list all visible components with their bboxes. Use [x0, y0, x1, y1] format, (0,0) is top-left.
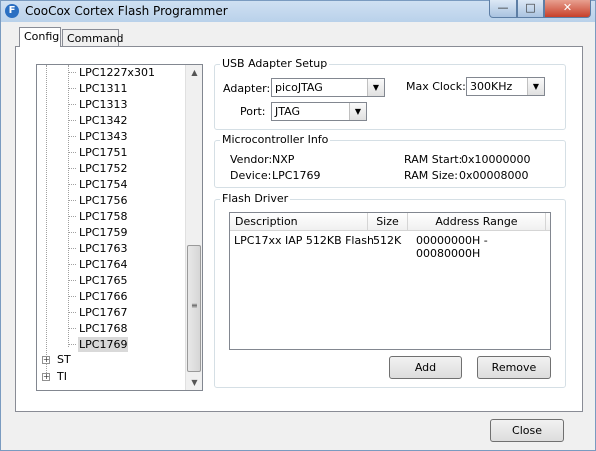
tree-item[interactable]: LPC1763 — [78, 241, 128, 256]
device-value: LPC1769 — [272, 169, 321, 182]
tree-connector — [68, 65, 69, 347]
tree-item[interactable]: LPC1343 — [78, 129, 128, 144]
tree-connector — [68, 248, 76, 249]
window-title: CooCox Cortex Flash Programmer — [25, 4, 228, 18]
row-description[interactable]: LPC17xx IAP 512KB Flash — [234, 234, 374, 247]
row-address-range[interactable]: 00000000H - 00080000H — [416, 234, 550, 260]
tree-item[interactable]: LPC1768 — [78, 321, 128, 336]
minimize-button[interactable]: — — [489, 0, 517, 18]
tree-item[interactable]: LPC1756 — [78, 193, 128, 208]
window-close-button[interactable]: ✕ — [544, 0, 591, 18]
tree-connector — [68, 72, 76, 73]
flash-driver-list[interactable]: Description Size Address Range LPC17xx I… — [229, 212, 551, 350]
tree-item[interactable]: LPC1313 — [78, 97, 128, 112]
usb-adapter-legend: USB Adapter Setup — [220, 57, 330, 70]
tree-folder-ti[interactable]: TI — [57, 369, 67, 384]
tree-connector — [46, 65, 47, 381]
column-address-range[interactable]: Address Range — [408, 213, 546, 230]
row-size[interactable]: 512K — [373, 234, 401, 247]
tree-connector — [68, 168, 76, 169]
tree-connector — [68, 264, 76, 265]
vendor-value: NXP — [272, 153, 295, 166]
maximize-button[interactable]: □ — [517, 0, 544, 18]
chevron-down-icon[interactable]: ▼ — [527, 78, 544, 95]
mcu-info-legend: Microcontroller Info — [220, 133, 331, 146]
tree-connector — [68, 152, 76, 153]
flash-driver-legend: Flash Driver — [220, 192, 291, 205]
adapter-select[interactable]: picoJTAG ▼ — [271, 78, 385, 97]
grip-icon: ≡ — [191, 301, 198, 310]
tree-item[interactable]: LPC1754 — [78, 177, 128, 192]
ti-expander-icon[interactable]: + — [42, 373, 50, 381]
port-label: Port: — [240, 105, 266, 118]
tree-item[interactable]: LPC1766 — [78, 289, 128, 304]
vendor-label: Vendor: — [230, 153, 273, 166]
title-bar[interactable]: F CooCox Cortex Flash Programmer — □ ✕ — [1, 0, 595, 22]
tab-config[interactable]: Config — [19, 27, 61, 47]
tree-connector — [68, 88, 76, 89]
tree-item[interactable]: LPC1751 — [78, 145, 128, 160]
scroll-down-icon[interactable]: ▼ — [186, 375, 202, 390]
tree-connector — [68, 184, 76, 185]
tree-item[interactable]: LPC1227x301 — [78, 65, 156, 80]
usb-adapter-group — [214, 64, 566, 130]
chevron-down-icon[interactable]: ▼ — [349, 103, 366, 120]
column-description[interactable]: Description — [230, 213, 368, 230]
chevron-down-icon[interactable]: ▼ — [367, 79, 384, 96]
tree-connector — [68, 136, 76, 137]
tree-connector — [68, 104, 76, 105]
list-header: Description Size Address Range — [230, 213, 550, 231]
device-tree[interactable]: LPC1227x301 LPC1311 LPC1313 LPC1342 LPC1343 L… — [36, 64, 203, 391]
tab-command[interactable]: Command — [62, 29, 124, 47]
tree-connector — [68, 232, 76, 233]
scroll-thumb[interactable]: ≡ — [187, 245, 201, 372]
port-select[interactable]: JTAG ▼ — [271, 102, 367, 121]
tree-connector — [68, 216, 76, 217]
max-clock-value: 300KHz — [470, 80, 513, 93]
tree-connector — [68, 280, 76, 281]
ram-start-label: RAM Start: — [404, 153, 463, 166]
tree-item[interactable]: LPC1311 — [78, 81, 128, 96]
tree-connector — [68, 120, 76, 121]
main-window: F CooCox Cortex Flash Programmer — □ ✕ C… — [0, 0, 596, 451]
port-value: JTAG — [275, 105, 300, 118]
app-icon: F — [5, 4, 19, 18]
tree-scrollbar[interactable]: ▲ ≡ ▼ — [185, 65, 202, 390]
adapter-label: Adapter: — [223, 82, 271, 95]
tree-connector — [68, 328, 76, 329]
add-button[interactable]: Add — [389, 356, 462, 379]
tree-connector — [68, 200, 76, 201]
tree-item[interactable]: LPC1764 — [78, 257, 128, 272]
max-clock-select[interactable]: 300KHz ▼ — [466, 77, 545, 96]
device-label: Device: — [230, 169, 272, 182]
max-clock-label: Max Clock: — [406, 80, 466, 93]
ram-size-label: RAM Size: — [404, 169, 458, 182]
ram-size-value: 0x00008000 — [459, 169, 529, 182]
tree-item[interactable]: LPC1342 — [78, 113, 128, 128]
tree-connector — [68, 312, 76, 313]
tree-folder-st[interactable]: ST — [57, 352, 71, 367]
scroll-up-icon[interactable]: ▲ — [186, 65, 202, 80]
ram-start-value: 0x10000000 — [461, 153, 531, 166]
tree-item[interactable]: LPC1759 — [78, 225, 128, 240]
tree-item[interactable]: LPC1752 — [78, 161, 128, 176]
adapter-value: picoJTAG — [275, 81, 323, 94]
tree-item[interactable]: LPC1758 — [78, 209, 128, 224]
remove-button[interactable]: Remove — [477, 356, 551, 379]
tree-item[interactable]: LPC1769 — [78, 337, 129, 352]
st-expander-icon[interactable]: + — [42, 356, 50, 364]
close-button[interactable]: Close — [490, 419, 564, 442]
tree-connector — [68, 344, 76, 345]
tree-connector — [68, 296, 76, 297]
tree-item[interactable]: LPC1765 — [78, 273, 128, 288]
tree-item[interactable]: LPC1767 — [78, 305, 128, 320]
column-size[interactable]: Size — [368, 213, 408, 230]
